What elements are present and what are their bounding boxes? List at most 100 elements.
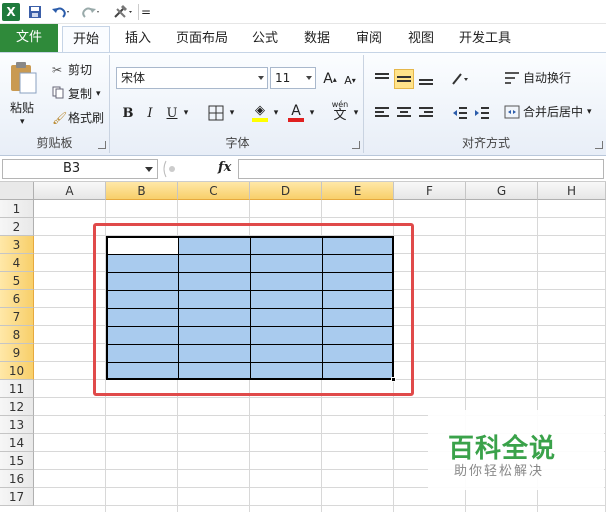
underline-dropdown-icon[interactable]: ▾ <box>180 103 192 123</box>
brush-icon: 🖌 <box>52 110 68 125</box>
fill-color-dropdown-icon[interactable]: ▾ <box>270 103 282 123</box>
clipboard-launcher-icon[interactable] <box>98 141 106 149</box>
decrease-indent-icon <box>453 107 467 119</box>
grow-font-button[interactable]: A ▴ <box>320 69 340 89</box>
row-header-15[interactable]: 15 <box>0 452 34 470</box>
tab-review[interactable]: 审阅 <box>348 26 390 52</box>
name-box[interactable]: B3 <box>2 159 158 179</box>
copy-button[interactable]: 复制 ▾ <box>52 85 101 102</box>
column-header-b[interactable]: B <box>106 182 178 200</box>
decrease-indent-button[interactable] <box>450 103 470 123</box>
increase-indent-button[interactable] <box>472 103 492 123</box>
customize-qat-button[interactable]: = <box>141 2 151 22</box>
insert-function-button[interactable]: fx <box>218 160 231 175</box>
copy-label: 复制 <box>68 87 93 101</box>
column-header-h[interactable]: H <box>538 182 606 200</box>
column-header-e[interactable]: E <box>322 182 394 200</box>
row-header-7[interactable]: 7 <box>0 308 34 326</box>
align-right-button[interactable] <box>416 103 436 123</box>
copy-dropdown-icon[interactable]: ▾ <box>96 89 101 99</box>
row-header-12[interactable]: 12 <box>0 398 34 416</box>
row-header-6[interactable]: 6 <box>0 290 34 308</box>
tab-developer[interactable]: 开发工具 <box>452 26 518 52</box>
tab-data[interactable]: 数据 <box>296 26 338 52</box>
alignment-launcher-icon[interactable] <box>595 141 603 149</box>
align-top-icon <box>375 73 389 79</box>
italic-button[interactable]: I <box>140 103 160 123</box>
tab-page-layout[interactable]: 页面布局 <box>170 26 234 52</box>
row-header-3[interactable]: 3 <box>0 236 34 254</box>
font-color-dropdown-icon[interactable]: ▾ <box>306 103 318 123</box>
align-bottom-button[interactable] <box>416 69 436 89</box>
format-painter-button[interactable]: 🖌 格式刷 <box>52 109 104 126</box>
save-icon[interactable] <box>26 2 44 22</box>
column-header-f[interactable]: F <box>394 182 466 200</box>
column-header-c[interactable]: C <box>178 182 250 200</box>
tab-formulas[interactable]: 公式 <box>244 26 286 52</box>
align-right-icon <box>419 107 433 117</box>
tab-file[interactable]: 文件 <box>0 24 58 52</box>
column-header-g[interactable]: G <box>466 182 538 200</box>
clipboard-group: 粘贴 ▾ ✂ 剪切 复制 ▾ 🖌 格式刷 剪贴板 <box>0 55 110 153</box>
row-header-8[interactable]: 8 <box>0 326 34 344</box>
borders-button[interactable] <box>206 103 226 123</box>
merge-center-button[interactable]: 合并后居中 ▾ <box>504 103 592 120</box>
toolbar-divider <box>138 4 139 20</box>
fill-color-swatch <box>252 118 268 122</box>
bold-button[interactable]: B <box>118 103 138 123</box>
row-header-11[interactable]: 11 <box>0 380 34 398</box>
align-left-button[interactable] <box>372 103 392 123</box>
align-bottom-icon <box>419 79 433 85</box>
font-color-button[interactable]: A <box>286 101 306 125</box>
shrink-font-button[interactable]: A ▾ <box>340 70 360 90</box>
fill-color-button[interactable]: ◈ <box>250 101 270 125</box>
paste-icon[interactable] <box>8 59 42 99</box>
tab-view[interactable]: 视图 <box>400 26 442 52</box>
phonetic-char: 文 <box>333 108 347 123</box>
column-header-a[interactable]: A <box>34 182 106 200</box>
row-header-2[interactable]: 2 <box>0 218 34 236</box>
font-launcher-icon[interactable] <box>352 141 360 149</box>
redo-icon[interactable] <box>78 2 104 22</box>
select-all-corner[interactable] <box>0 182 34 200</box>
font-name-select[interactable]: 宋体 <box>116 67 268 89</box>
borders-dropdown-icon[interactable]: ▾ <box>226 103 238 123</box>
row-header-13[interactable]: 13 <box>0 416 34 434</box>
format-painter-label: 格式刷 <box>68 111 105 125</box>
font-size-value: 11 <box>275 71 291 85</box>
gridline <box>34 505 606 506</box>
tools-icon[interactable] <box>110 2 136 22</box>
paste-button[interactable]: 粘贴 <box>10 99 34 116</box>
merge-dropdown-icon[interactable]: ▾ <box>587 107 592 117</box>
row-header-9[interactable]: 9 <box>0 344 34 362</box>
undo-icon[interactable] <box>48 2 74 22</box>
font-color-icon: A <box>291 103 301 119</box>
wrap-text-button[interactable]: 自动换行 <box>504 69 571 86</box>
align-middle-button[interactable] <box>394 69 414 89</box>
row-header-4[interactable]: 4 <box>0 254 34 272</box>
paint-bucket-icon: ◈ <box>255 103 265 118</box>
formula-controls: fx <box>160 159 240 179</box>
align-center-button[interactable] <box>394 103 414 123</box>
column-header-d[interactable]: D <box>250 182 322 200</box>
tab-home[interactable]: 开始 <box>62 26 110 52</box>
phonetic-dropdown-icon[interactable]: ▾ <box>350 103 362 123</box>
row-header-16[interactable]: 16 <box>0 470 34 488</box>
chevron-down-icon <box>145 167 153 172</box>
name-box-value: B3 <box>63 161 81 176</box>
orientation-button[interactable] <box>450 69 470 89</box>
row-header-5[interactable]: 5 <box>0 272 34 290</box>
row-header-17[interactable]: 17 <box>0 488 34 506</box>
formula-input[interactable] <box>238 159 604 179</box>
tab-insert[interactable]: 插入 <box>116 26 160 52</box>
row-header-1[interactable]: 1 <box>0 200 34 218</box>
cut-button[interactable]: ✂ 剪切 <box>52 61 92 78</box>
underline-button[interactable]: U <box>162 103 182 123</box>
watermark: 百科全说 助你轻松解决 <box>428 410 604 490</box>
row-header-14[interactable]: 14 <box>0 434 34 452</box>
row-header-10[interactable]: 10 <box>0 362 34 380</box>
font-group-label: 字体 <box>225 136 250 150</box>
align-top-button[interactable] <box>372 69 392 89</box>
paste-dropdown-icon[interactable]: ▾ <box>20 117 25 127</box>
font-size-select[interactable]: 11 <box>270 67 316 89</box>
